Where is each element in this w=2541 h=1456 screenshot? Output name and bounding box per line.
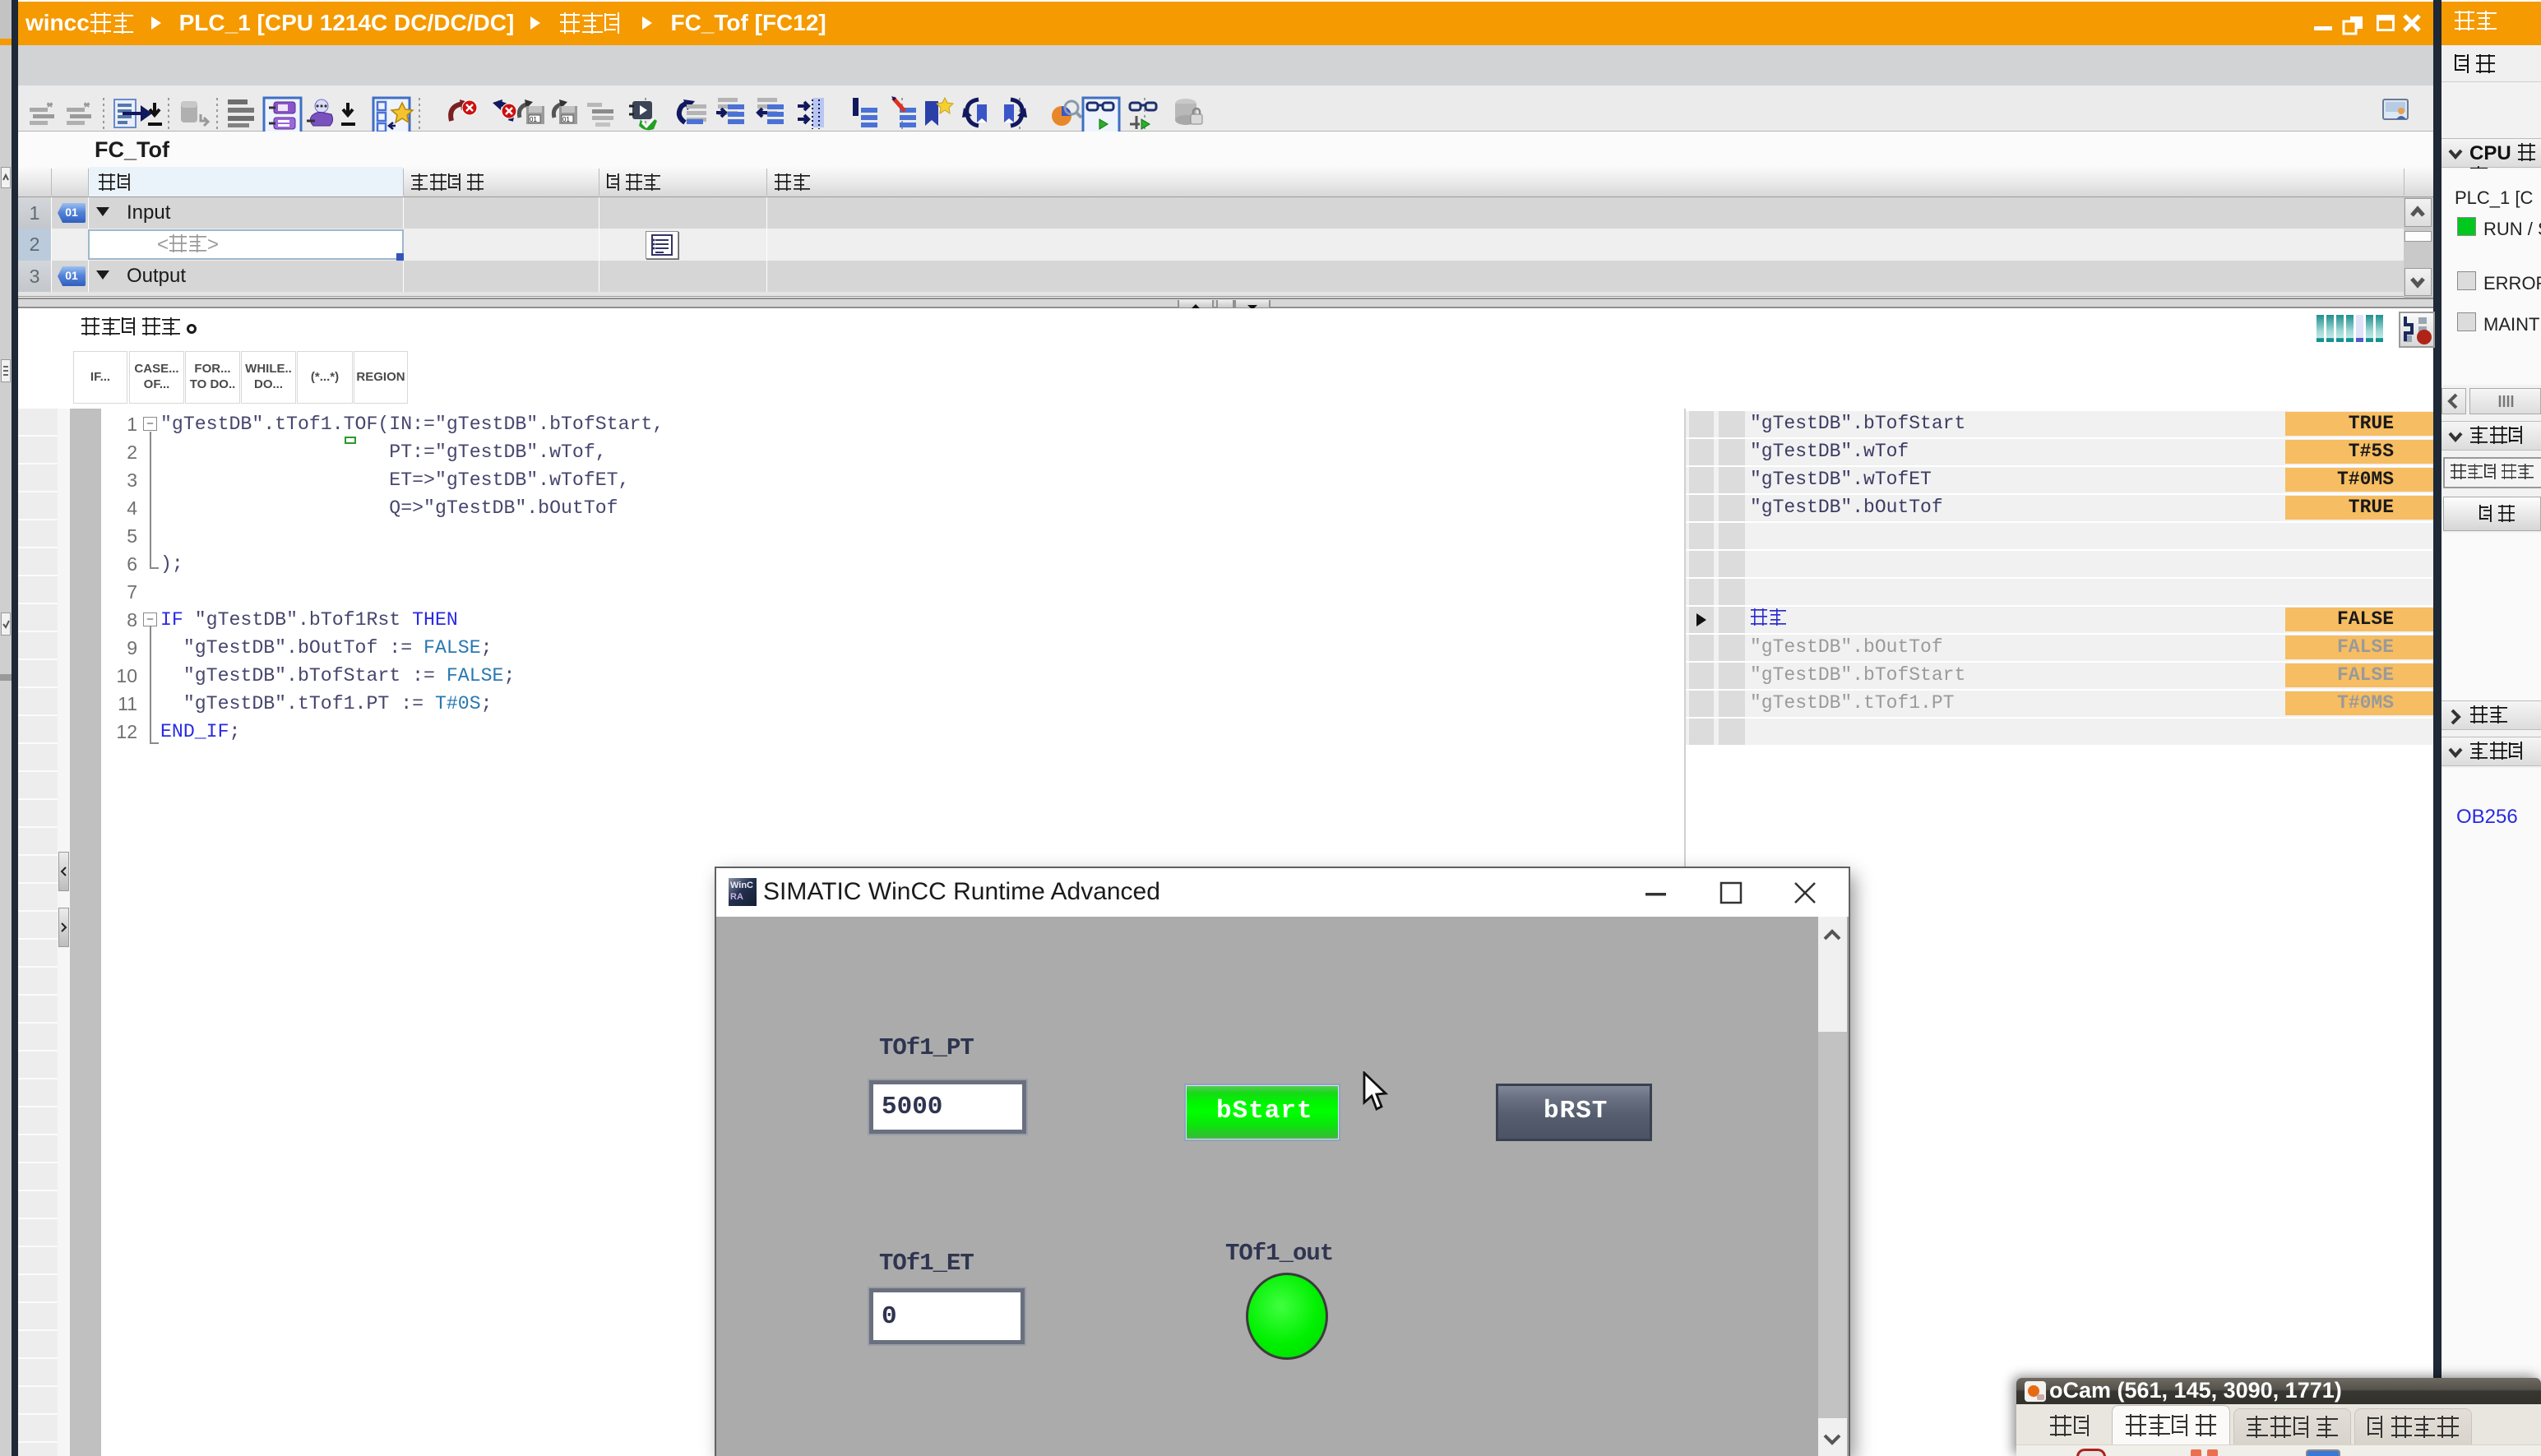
svg-text:01: 01 <box>562 116 570 123</box>
svg-text:01: 01 <box>530 116 537 123</box>
